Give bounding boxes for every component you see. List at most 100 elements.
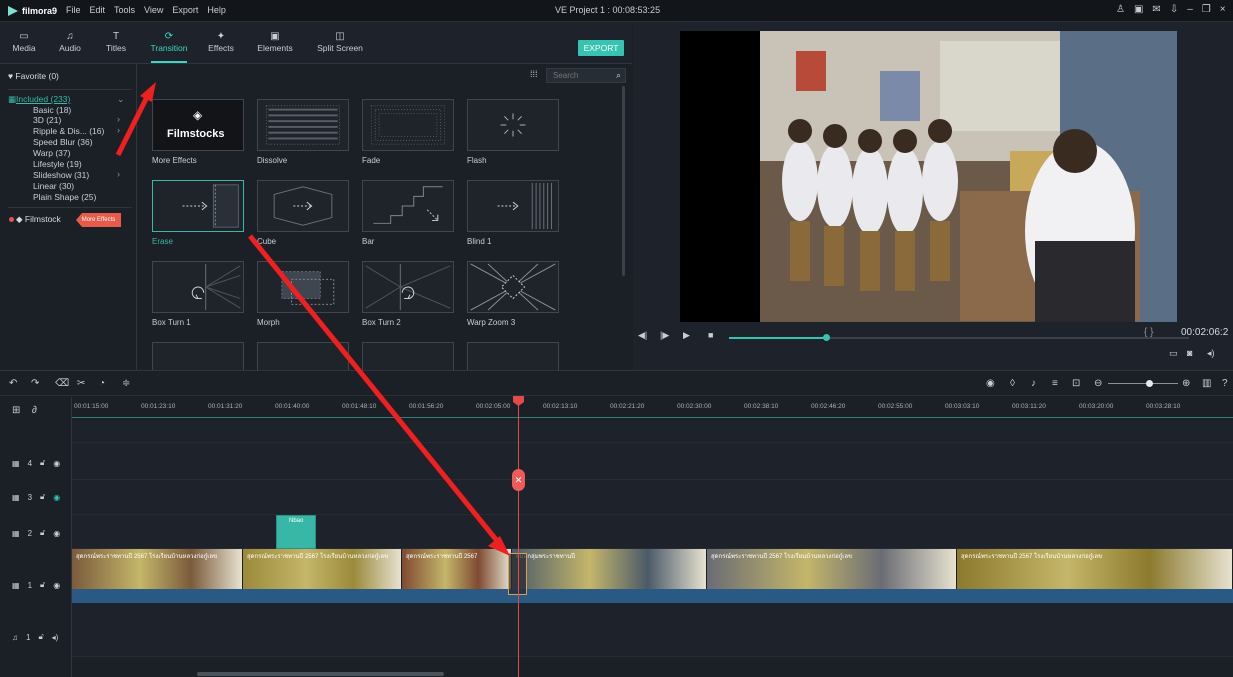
lock-icon[interactable]: 🔓︎ bbox=[40, 458, 45, 468]
account-icon[interactable]: ♙ bbox=[1116, 4, 1125, 15]
track-row-video-4[interactable] bbox=[72, 443, 1233, 480]
playhead-line[interactable] bbox=[518, 402, 519, 677]
category-lifestyle[interactable]: Lifestyle (19) bbox=[33, 159, 82, 169]
mail-icon[interactable]: ✉ bbox=[1152, 4, 1160, 15]
category-basic[interactable]: Basic (18) bbox=[33, 105, 71, 115]
split-marker-icon[interactable]: ✕ bbox=[512, 469, 525, 491]
title-clip[interactable]: Nbao bbox=[276, 515, 316, 549]
included-category[interactable]: ▦ Included (233) bbox=[8, 94, 70, 104]
save-icon[interactable]: ▣ bbox=[1134, 4, 1143, 15]
chevron-right-icon[interactable]: › bbox=[117, 169, 120, 179]
link-icon[interactable]: ∂ bbox=[32, 405, 37, 416]
eye-icon[interactable]: ◉ bbox=[53, 459, 60, 468]
snapshot-icon[interactable]: ◙ bbox=[1187, 348, 1192, 358]
speaker-icon[interactable]: ◂) bbox=[52, 633, 59, 642]
track-row-video-2[interactable] bbox=[72, 515, 1233, 549]
timeline-ruler[interactable]: 00:01:15:00 00:01:23:10 00:01:31:20 00:01:4… bbox=[72, 397, 1233, 421]
favorite-category[interactable]: ♥ Favorite (0) bbox=[8, 71, 59, 81]
effect-thumb-box-turn-1[interactable] bbox=[152, 261, 244, 313]
mic-icon[interactable]: ♪ bbox=[1031, 378, 1036, 389]
grid-view-icon[interactable]: ⁞⁞⁞ bbox=[530, 69, 538, 79]
video-track-1-clips[interactable]: สุดกรณ์พระราชทานปี 2567 โรงเรียนบ้านหลวง… bbox=[72, 549, 1233, 603]
search-input[interactable] bbox=[553, 70, 613, 81]
preview-video[interactable] bbox=[680, 31, 1177, 322]
lock-icon[interactable]: 🔓︎ bbox=[38, 632, 43, 642]
mixer-icon[interactable]: ≡ bbox=[1052, 378, 1058, 389]
effect-thumb-bar[interactable] bbox=[362, 180, 454, 232]
effect-thumb-flash[interactable] bbox=[467, 99, 559, 151]
effect-thumb-more-effects[interactable]: ◈ Filmstocks bbox=[152, 99, 244, 151]
adjust-icon[interactable]: ≑ bbox=[122, 378, 130, 389]
video-clip[interactable]: สุดกรณ์พระราชทานปี 2567 bbox=[402, 549, 512, 589]
lock-icon[interactable]: 🔓︎ bbox=[40, 580, 45, 590]
lock-icon[interactable]: 🔓︎ bbox=[40, 492, 45, 502]
menu-help[interactable]: Help bbox=[207, 5, 226, 15]
track-row-video-3[interactable] bbox=[72, 480, 1233, 515]
search-icon[interactable]: ⌕ bbox=[616, 70, 621, 81]
effect-thumb-warp-zoom-3[interactable] bbox=[467, 261, 559, 313]
category-3d[interactable]: 3D (21) bbox=[33, 115, 61, 125]
render-icon[interactable]: ◉ bbox=[986, 378, 995, 389]
lock-icon[interactable]: 🔓︎ bbox=[40, 528, 45, 538]
tab-split-screen[interactable]: ◫ Split Screen bbox=[313, 30, 367, 53]
redo-icon[interactable]: ↷ bbox=[31, 378, 39, 389]
chevron-right-icon[interactable]: › bbox=[117, 147, 120, 157]
progress-knob[interactable] bbox=[822, 334, 830, 341]
menu-file[interactable]: File bbox=[66, 5, 81, 15]
stop-icon[interactable]: ■ bbox=[708, 330, 713, 340]
download-icon[interactable]: ⇩ bbox=[1170, 4, 1178, 15]
tab-elements[interactable]: ▣ Elements bbox=[251, 30, 299, 53]
eye-icon[interactable]: ◉ bbox=[53, 493, 60, 502]
video-clip[interactable]: ผมมีกลุ่มพระราชทานปี bbox=[512, 549, 707, 589]
tab-transition[interactable]: ⟳ Transition bbox=[145, 30, 193, 63]
play-icon[interactable]: ▶︎ bbox=[683, 330, 690, 341]
chevron-down-icon[interactable]: ⌄ bbox=[117, 94, 125, 105]
category-ripple[interactable]: Ripple & Dis... (16) bbox=[33, 126, 104, 136]
effect-thumb-dissolve[interactable] bbox=[257, 99, 349, 151]
zoom-knob[interactable] bbox=[1146, 380, 1153, 387]
tab-media[interactable]: ▭ Media bbox=[0, 30, 48, 53]
undo-icon[interactable]: ↶ bbox=[9, 378, 17, 389]
tab-titles[interactable]: T Titles bbox=[92, 30, 140, 53]
playback-progress[interactable] bbox=[729, 334, 1189, 341]
video-clip[interactable]: สุดกรณ์พระราชทานปี 2567 โรงเรียนบ้านหลวง… bbox=[72, 549, 243, 589]
video-clip[interactable]: สุดกรณ์พระราชทานปี 2567 โรงเรียนบ้านหลวง… bbox=[707, 549, 957, 589]
filmstock-category[interactable]: ◆ Filmstock bbox=[16, 214, 61, 225]
eye-icon[interactable]: ◉ bbox=[53, 581, 60, 590]
prev-frame-icon[interactable]: ◀︎| bbox=[638, 330, 647, 341]
video-clip[interactable]: สุดกรณ์พระราชทานปี 2567 โรงเรียนบ้านหลวง… bbox=[243, 549, 402, 589]
zoom-out-icon[interactable]: ⊖ bbox=[1094, 378, 1102, 389]
eye-icon[interactable]: ◉ bbox=[53, 529, 60, 538]
zoom-in-icon[interactable]: ⊕ bbox=[1182, 378, 1190, 389]
effect-thumb-blind-1[interactable] bbox=[467, 180, 559, 232]
menu-tools[interactable]: Tools bbox=[114, 5, 135, 15]
effect-thumb-morph[interactable] bbox=[257, 261, 349, 313]
close-icon[interactable]: × bbox=[1220, 4, 1226, 15]
layout-icon[interactable]: ▥ bbox=[1202, 378, 1211, 389]
help-icon[interactable]: ? bbox=[1222, 378, 1228, 389]
more-effects-tag[interactable]: More Effects bbox=[76, 213, 121, 227]
effect-thumb-box-turn-2[interactable] bbox=[362, 261, 454, 313]
play-slow-icon[interactable]: |▶︎ bbox=[660, 330, 669, 341]
menu-edit[interactable]: Edit bbox=[90, 5, 106, 15]
zoom-slider[interactable] bbox=[1108, 383, 1178, 384]
effect-thumb-partial[interactable] bbox=[152, 342, 244, 370]
category-slideshow[interactable]: Slideshow (31) bbox=[33, 170, 89, 180]
delete-icon[interactable]: ⌫ bbox=[55, 378, 69, 389]
fit-icon[interactable]: ⊡ bbox=[1072, 378, 1080, 389]
shield-icon[interactable]: ◊ bbox=[1010, 378, 1015, 389]
monitor-icon[interactable]: ▭ bbox=[1169, 348, 1178, 359]
effect-thumb-erase[interactable] bbox=[152, 180, 244, 232]
category-linear[interactable]: Linear (30) bbox=[33, 181, 74, 191]
timeline-scrollbar[interactable] bbox=[197, 672, 444, 676]
effect-thumb-partial[interactable] bbox=[257, 342, 349, 370]
speed-icon[interactable]: ◔ bbox=[99, 378, 105, 389]
chevron-right-icon[interactable]: › bbox=[117, 114, 120, 124]
maximize-icon[interactable]: ❐ bbox=[1202, 4, 1211, 15]
mark-in-out[interactable]: { } bbox=[1144, 327, 1153, 338]
track-row-audio-1[interactable] bbox=[72, 603, 1233, 657]
effect-thumb-partial[interactable] bbox=[362, 342, 454, 370]
cut-icon[interactable]: ✂ bbox=[77, 378, 85, 389]
volume-icon[interactable]: ◂) bbox=[1207, 348, 1215, 359]
effect-thumb-partial[interactable] bbox=[467, 342, 559, 370]
